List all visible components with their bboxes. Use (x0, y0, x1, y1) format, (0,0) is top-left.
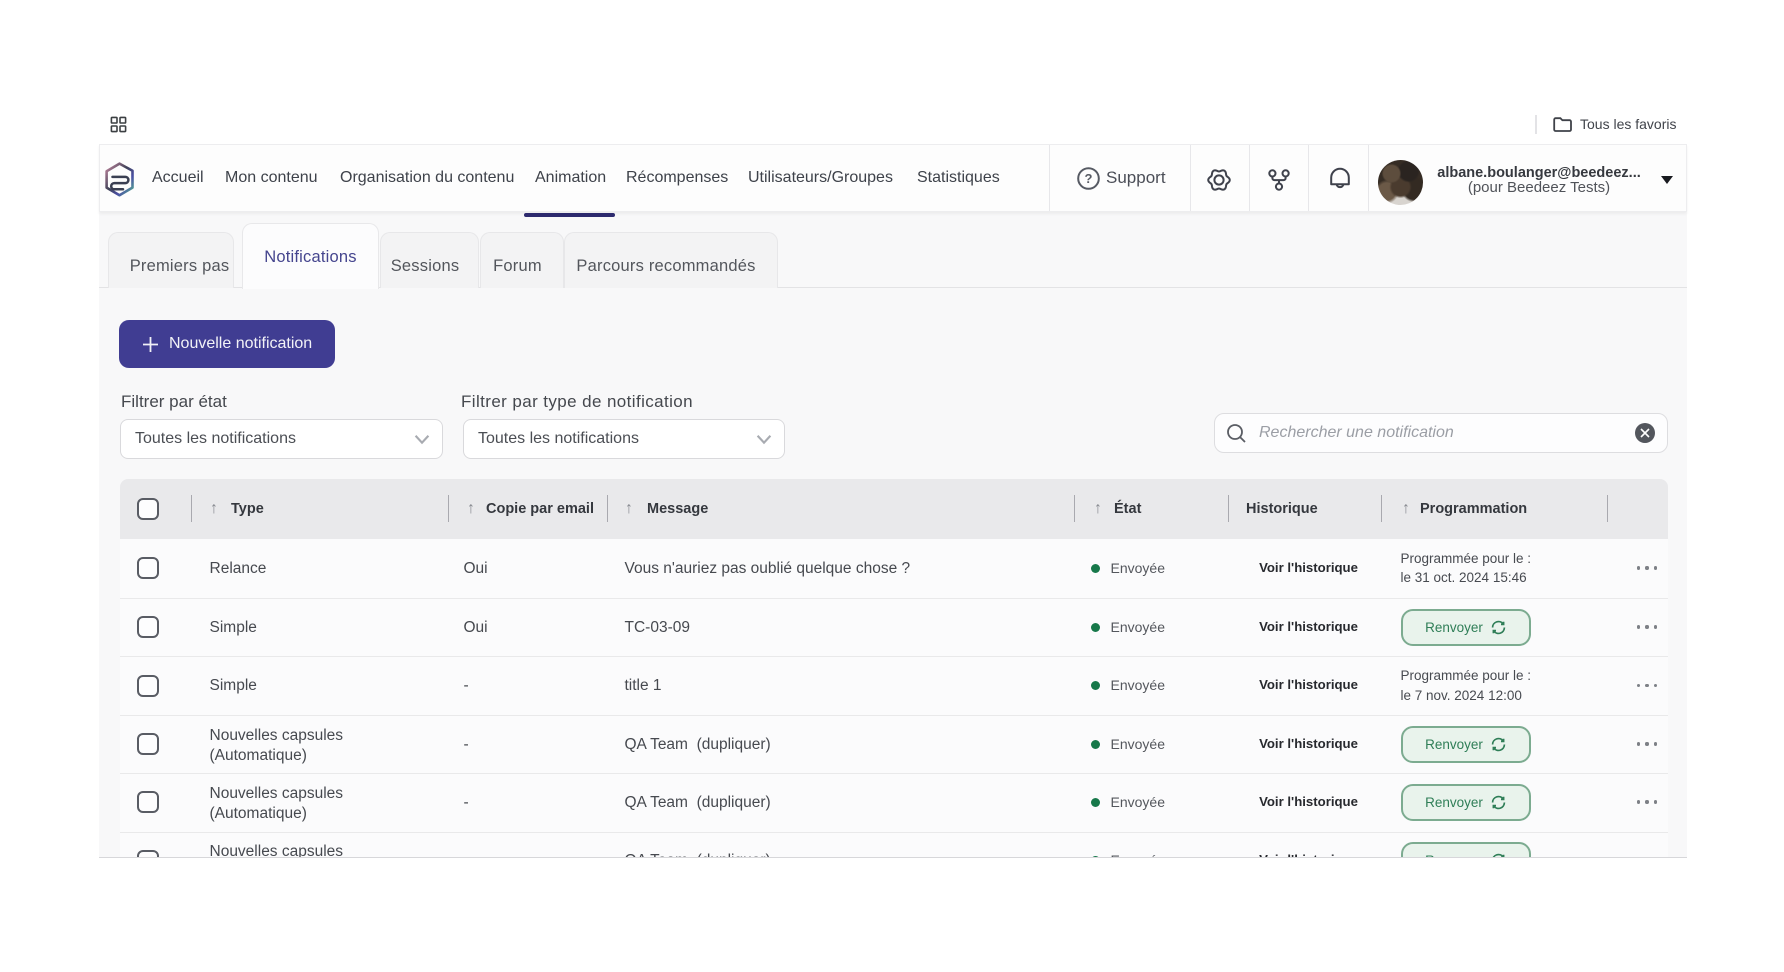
svg-text:?: ? (1085, 171, 1093, 186)
